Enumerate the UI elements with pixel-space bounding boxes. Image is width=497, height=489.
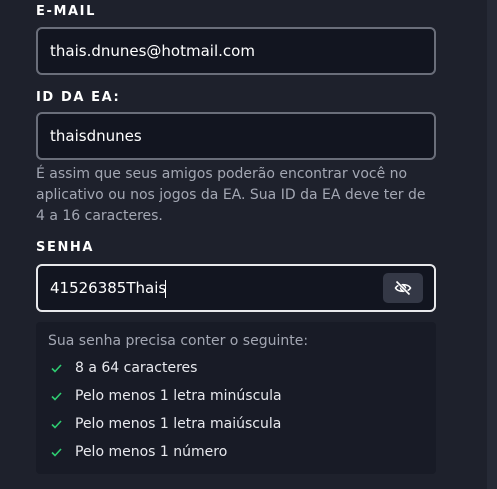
requirements-title: Sua senha precisa conter o seguinte: (48, 333, 309, 349)
requirement-item: Pelo menos 1 número (50, 442, 227, 462)
requirement-label: Pelo menos 1 número (75, 444, 228, 460)
email-field[interactable]: thais.dnunes@hotmail.com (36, 27, 436, 75)
text-caret (165, 279, 167, 298)
toggle-password-visibility-button[interactable] (383, 273, 423, 303)
requirement-label: Pelo menos 1 letra maiúscula (75, 416, 282, 432)
password-label: SENHA (36, 240, 95, 255)
password-requirements-panel: Sua senha precisa conter o seguinte: 8 a… (36, 322, 436, 474)
password-value: 41526385Thais (50, 279, 167, 297)
requirement-item: Pelo menos 1 letra minúscula (50, 386, 282, 406)
password-value-wrapper: 41526385Thais (50, 266, 167, 310)
requirement-label: 8 a 64 caracteres (75, 360, 198, 376)
checkmark-icon (50, 390, 62, 402)
scrollbar-track[interactable] (487, 0, 497, 489)
checkmark-icon (50, 446, 62, 458)
ea-id-helper-text: É assim que seus amigos poderão encontra… (36, 166, 426, 224)
ea-id-value: thaisdnunes (50, 127, 142, 145)
email-label: E-MAIL (36, 4, 96, 19)
email-value: thais.dnunes@hotmail.com (50, 42, 255, 60)
ea-id-label: ID DA EA: (36, 90, 121, 105)
password-field[interactable]: 41526385Thais (36, 264, 436, 312)
eye-slash-icon (394, 280, 412, 296)
requirement-label: Pelo menos 1 letra minúscula (75, 388, 282, 404)
ea-id-field[interactable]: thaisdnunes (36, 112, 436, 160)
requirement-item: 8 a 64 caracteres (50, 358, 197, 378)
requirement-item: Pelo menos 1 letra maiúscula (50, 414, 281, 434)
checkmark-icon (50, 418, 62, 430)
checkmark-icon (50, 362, 62, 374)
